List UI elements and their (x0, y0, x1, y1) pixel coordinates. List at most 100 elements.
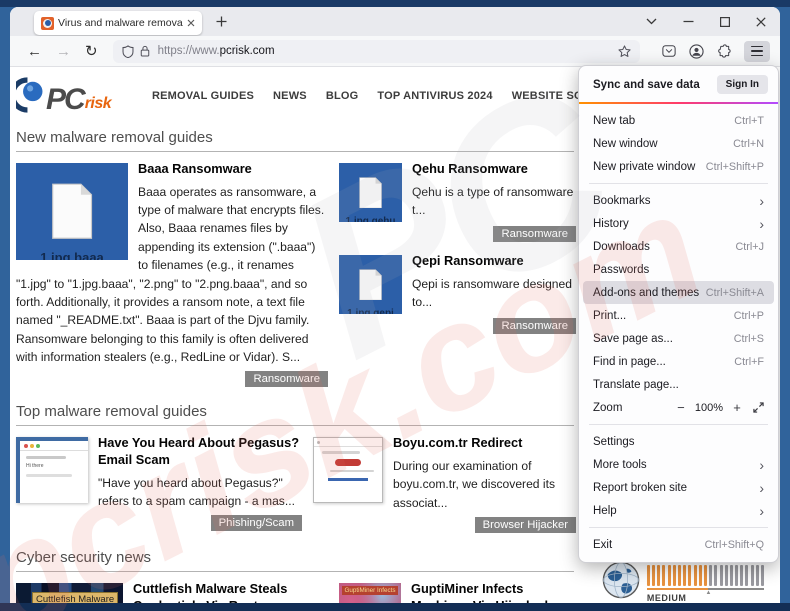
section-heading-top-guides: Top malware removal guides (16, 403, 574, 426)
article-qehu: 1.jpg.qehu Qehu Ransomware Qehu is a typ… (339, 161, 576, 242)
article-pegasus: Hi there Have You Heard About Pegasus? E… (16, 435, 302, 533)
submenu-arrow-icon: › (759, 504, 764, 518)
zoom-value[interactable]: 100% (695, 402, 723, 414)
zoom-label: Zoom (593, 402, 673, 414)
menu-item-new-private-window[interactable]: New private windowCtrl+Shift+P (579, 155, 778, 178)
minimize-button[interactable] (683, 16, 694, 27)
tracking-shield-icon[interactable] (122, 45, 134, 58)
menu-item-exit[interactable]: ExitCtrl+Shift+Q (579, 533, 778, 556)
frame-border-bottom (0, 603, 790, 611)
new-guides-row: 1.jpg.baaa Baaa Ransomware Baaa operates… (16, 161, 576, 387)
main-content: New malware removal guides 1.jpg.baaa Ba… (10, 129, 576, 603)
nav-top-antivirus[interactable]: TOP ANTIVIRUS 2024 (377, 90, 492, 102)
baaa-thumbnail[interactable]: 1.jpg.baaa (16, 163, 128, 260)
menu-item-bookmarks[interactable]: Bookmarks› (579, 189, 778, 212)
menu-item-passwords[interactable]: Passwords (579, 258, 778, 281)
pegasus-thumbnail[interactable]: Hi there (16, 437, 88, 503)
category-badge[interactable]: Ransomware (493, 318, 576, 334)
frame-border-top (0, 0, 790, 7)
submenu-arrow-icon: › (759, 217, 764, 231)
menu-item-find-in-page[interactable]: Find in page...Ctrl+F (579, 350, 778, 373)
menu-item-print[interactable]: Print...Ctrl+P (579, 304, 778, 327)
article-cuttlefish: Cuttlefish Malware Cuttlefish Malware St… (16, 581, 328, 603)
menu-item-sync[interactable]: Sync and save data Sign In (579, 71, 778, 100)
bookmark-star-icon[interactable] (618, 45, 631, 58)
pocket-icon[interactable] (662, 44, 676, 58)
zoom-in-button[interactable]: + (729, 400, 745, 415)
category-badge[interactable]: Browser Hijacker (475, 517, 576, 533)
logo-text-risk: risk (85, 95, 111, 113)
browser-window: Virus and malware removal inst (10, 7, 780, 603)
threat-gauge-marker: ▲ (705, 590, 711, 596)
menu-item-addons-themes[interactable]: Add-ons and themesCtrl+Shift+A (583, 281, 774, 304)
menu-item-new-window[interactable]: New windowCtrl+N (579, 132, 778, 155)
url-scheme: https://www. (158, 45, 220, 57)
article-baaa: 1.jpg.baaa Baaa Ransomware Baaa operates… (16, 161, 328, 387)
file-icon (48, 183, 95, 239)
threat-level-gauge: ▲ MEDIUM (602, 561, 764, 604)
sign-in-button[interactable]: Sign In (717, 75, 768, 94)
menu-item-settings[interactable]: Settings (579, 430, 778, 453)
zoom-out-button[interactable]: − (673, 400, 689, 415)
menu-item-downloads[interactable]: DownloadsCtrl+J (579, 235, 778, 258)
menu-item-save-page-as[interactable]: Save page as...Ctrl+S (579, 327, 778, 350)
pcrisk-logo-icon (16, 77, 46, 113)
category-badge[interactable]: Ransomware (245, 371, 328, 387)
menu-gradient-divider (579, 102, 778, 104)
lock-icon[interactable] (140, 45, 150, 57)
qehu-thumbnail[interactable]: 1.jpg.qehu (339, 163, 402, 222)
firefox-app-menu: Sync and save data Sign In New tabCtrl+T… (578, 65, 779, 563)
top-guides-row: Hi there Have You Heard About Pegasus? E… (16, 435, 576, 533)
nav-blog[interactable]: BLOG (326, 90, 359, 102)
screenshot-canvas: Virus and malware removal inst (0, 0, 790, 611)
menu-item-report-broken-site[interactable]: Report broken site› (579, 476, 778, 499)
pcrisk-logo[interactable]: PC risk (16, 77, 138, 113)
submenu-arrow-icon: › (759, 458, 764, 472)
category-badge[interactable]: Ransomware (493, 226, 576, 242)
logo-text-pc: PC (46, 86, 84, 113)
address-bar[interactable]: https://www.pcrisk.com (113, 40, 640, 63)
toolbar-right-icons (662, 41, 770, 62)
menu-item-more-tools[interactable]: More tools› (579, 453, 778, 476)
submenu-arrow-icon: › (759, 481, 764, 495)
pegasus-thumb-text: Hi there (26, 463, 88, 469)
guptiminer-thumb-label: GuptiMiner Infects (342, 586, 398, 595)
cuttlefish-thumb-label: Cuttlefish Malware (32, 592, 118, 603)
nav-removal-guides[interactable]: REMOVAL GUIDES (152, 90, 254, 102)
menu-item-new-tab[interactable]: New tabCtrl+T (579, 109, 778, 132)
menu-divider (589, 424, 768, 425)
news-row: Cuttlefish Malware Cuttlefish Malware St… (16, 581, 576, 603)
category-badge[interactable]: Phishing/Scam (211, 515, 302, 531)
maximize-button[interactable] (720, 17, 730, 27)
guptiminer-thumbnail[interactable]: GuptiMiner Infects (339, 583, 401, 603)
menu-divider (589, 183, 768, 184)
navigation-toolbar: ← → ↻ https://www.pcrisk.com (10, 36, 780, 67)
tab-close-icon[interactable] (187, 19, 195, 27)
cuttlefish-thumbnail[interactable]: Cuttlefish Malware (16, 583, 123, 603)
back-button[interactable]: ← (27, 44, 42, 59)
menu-item-translate-page[interactable]: Translate page... (579, 373, 778, 396)
file-icon (357, 177, 383, 209)
globe-icon (602, 561, 640, 599)
forward-button[interactable]: → (56, 44, 71, 59)
article-guptiminer: GuptiMiner Infects GuptiMiner Infects Ma… (328, 581, 576, 603)
close-window-button[interactable] (756, 17, 766, 27)
new-tab-button[interactable] (216, 16, 227, 27)
article-qepi: 1.jpg.qepi Qepi Ransomware Qepi is ranso… (339, 253, 576, 334)
qepi-thumbnail[interactable]: 1.jpg.qepi (339, 255, 402, 314)
boyu-thumbnail[interactable] (313, 437, 383, 503)
window-controls (683, 16, 772, 27)
account-icon[interactable] (689, 44, 704, 59)
extensions-puzzle-icon[interactable] (717, 44, 731, 58)
browser-tab[interactable]: Virus and malware removal inst (34, 11, 202, 35)
tab-list-chevron-icon[interactable] (646, 18, 657, 25)
menu-item-help[interactable]: Help› (579, 499, 778, 522)
app-menu-button[interactable] (744, 41, 770, 62)
menu-item-history[interactable]: History› (579, 212, 778, 235)
threat-level-bars (647, 565, 764, 586)
nav-news[interactable]: NEWS (273, 90, 307, 102)
url-domain: pcrisk.com (220, 45, 275, 57)
fullscreen-icon[interactable] (753, 402, 764, 413)
reload-button[interactable]: ↻ (85, 44, 98, 59)
site-navigation: REMOVAL GUIDES NEWS BLOG TOP ANTIVIRUS 2… (152, 90, 622, 102)
